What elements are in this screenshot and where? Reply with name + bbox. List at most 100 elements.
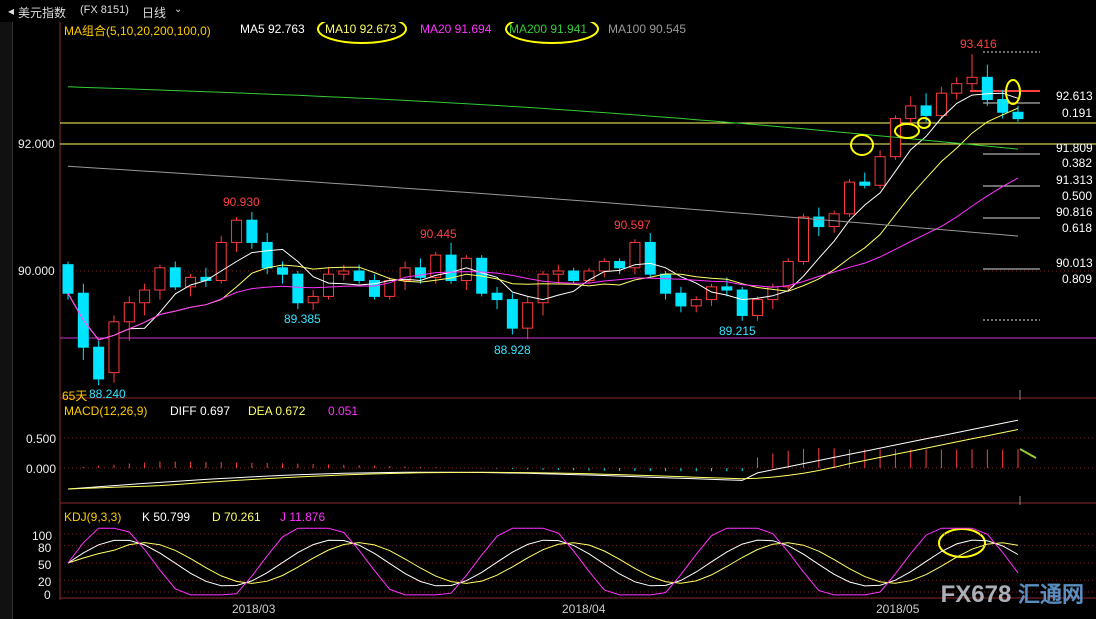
candle-body	[935, 92, 947, 116]
candle-body	[139, 289, 151, 304]
ma10-value: MA10 92.673	[325, 22, 397, 36]
kdj-tick-20: 20	[38, 575, 52, 589]
candle-body	[338, 270, 350, 275]
macd-tick-500: 0.500	[26, 432, 57, 446]
candle-body	[660, 273, 672, 294]
watermark-cn: 汇通网	[1017, 582, 1084, 607]
candle-body	[322, 273, 334, 297]
macd-label[interactable]: MACD(12,26,9)	[64, 404, 147, 418]
candle-body	[292, 273, 304, 304]
candle-body	[614, 260, 626, 269]
candle-body	[154, 267, 166, 291]
peak-label-1: 90.930	[223, 195, 260, 209]
kdj-d: D 70.261	[212, 510, 261, 524]
kdj-label[interactable]: KDJ(9,3,3)	[64, 510, 121, 524]
price-tick-92: 92.000	[18, 137, 55, 151]
fib-ratio-1: 0.191	[1062, 106, 1093, 120]
macd-diff-line	[67, 419, 1019, 490]
fx678-watermark: FX678 汇通网	[941, 577, 1084, 609]
candle-body	[246, 219, 258, 243]
title-bar: ◂ 美元指数 (FX 8151) 日线 ⌄	[0, 0, 1096, 22]
candle-body	[843, 181, 855, 215]
macd-value: 0.051	[328, 404, 359, 418]
macd-arrow-icon	[1019, 448, 1037, 459]
candle-body	[859, 181, 871, 186]
candle-body	[169, 267, 181, 288]
peak-label-3: 90.597	[614, 218, 651, 232]
kdj-j-line	[67, 527, 1019, 596]
candle-body	[353, 270, 365, 282]
kdj-j: J 11.876	[280, 510, 326, 524]
ma200-line	[67, 86, 1019, 150]
price-tick-90: 90.000	[18, 264, 55, 278]
back-arrow-icon[interactable]: ◂	[8, 4, 14, 18]
fib-price-3: 91.313	[1056, 173, 1093, 187]
kdj-tick-50: 50	[38, 558, 52, 572]
candle-body	[261, 241, 273, 269]
candle-body	[231, 219, 243, 243]
candle-body	[1012, 111, 1024, 120]
candle-body	[752, 299, 764, 316]
price-chart[interactable]	[0, 0, 1096, 619]
ma5-value: MA5 92.763	[240, 22, 305, 36]
date-label-apr: 2018/04	[562, 602, 606, 616]
date-label-mar: 2018/03	[232, 602, 276, 616]
candle-body	[675, 292, 687, 307]
kdj-tick-80: 80	[38, 541, 52, 555]
candle-body	[920, 105, 932, 116]
candle-body	[552, 270, 564, 275]
peak-label-2: 90.445	[420, 227, 457, 241]
candle-body	[430, 254, 442, 278]
trough-label-3: 89.215	[719, 324, 756, 338]
macd-tick-000: 0.000	[26, 462, 57, 476]
candle-body	[736, 289, 748, 316]
candle-body	[690, 299, 702, 307]
period-selector[interactable]: 日线	[142, 4, 166, 21]
kdj-d-line	[67, 542, 1019, 584]
trough-label-1: 89.385	[284, 312, 321, 326]
candle-body	[62, 264, 74, 294]
candle-body	[491, 292, 503, 301]
candle-body	[568, 270, 580, 282]
low-period-label: 65天	[62, 389, 88, 403]
fib-price-1: 92.613	[1056, 89, 1093, 103]
candle-body	[123, 302, 135, 323]
candle-body	[874, 156, 886, 186]
candle-body	[706, 286, 718, 301]
fib-ratio-2: 0.382	[1062, 156, 1093, 170]
symbol-code: (FX 8151)	[80, 4, 129, 16]
candle-body	[598, 260, 610, 272]
fib-ratio-3: 0.500	[1062, 189, 1093, 203]
fib-price-2: 91.809	[1056, 141, 1093, 155]
candle-body	[813, 216, 825, 228]
candle-body	[797, 216, 809, 262]
ma200-value: MA200 91.941	[509, 22, 588, 36]
candle-body	[721, 286, 733, 291]
candle-body	[506, 299, 518, 329]
trough-label-2: 88.928	[494, 343, 531, 357]
candle-body	[215, 241, 227, 282]
chevron-down-icon[interactable]: ⌄	[174, 4, 182, 15]
ma20-value: MA20 91.694	[420, 22, 492, 36]
candle-body	[782, 260, 794, 288]
watermark-en: FX678	[940, 581, 1012, 608]
macd-diff: DIFF 0.697	[170, 404, 231, 418]
fib-price-4: 90.816	[1056, 205, 1093, 219]
candle-body	[951, 83, 963, 94]
candle-body	[644, 241, 656, 275]
highlight-ellipse	[850, 134, 874, 156]
macd-dea: DEA 0.672	[248, 404, 306, 418]
ma-combo-label[interactable]: MA组合(5,10,20,200,100,0)	[64, 22, 211, 38]
high-price-label: 93.416	[960, 37, 997, 51]
candle-body	[307, 295, 319, 304]
ma20-line	[67, 177, 1019, 341]
candle-body	[108, 321, 120, 374]
ma100-value: MA100 90.545	[608, 22, 687, 36]
candle-body	[997, 99, 1009, 113]
macd-dea-line	[67, 429, 1019, 490]
candle-body	[522, 302, 534, 329]
fib-ratio-5: 0.809	[1062, 272, 1093, 286]
candle-body	[277, 267, 289, 275]
candle-body	[583, 270, 595, 282]
symbol-name: 美元指数	[18, 6, 67, 20]
